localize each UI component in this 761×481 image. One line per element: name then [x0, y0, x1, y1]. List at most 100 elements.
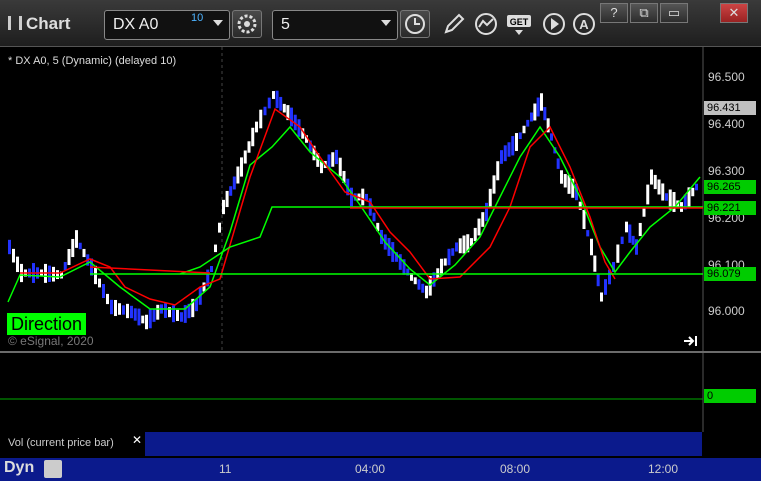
direction-label: Direction: [7, 313, 87, 335]
time-button[interactable]: [400, 10, 430, 38]
price-bar: [604, 279, 607, 295]
price-bar: [421, 283, 425, 293]
price-bar: [543, 107, 547, 121]
price-bar: [141, 315, 145, 324]
price-bar: [515, 133, 518, 151]
price-bar: [16, 256, 19, 273]
price-bar: [255, 121, 258, 133]
settings-button[interactable]: [232, 10, 262, 38]
price-bar: [63, 261, 67, 271]
minimize-button[interactable]: ▭: [660, 3, 688, 23]
get-button[interactable]: GET: [506, 10, 534, 38]
price-bar: [236, 166, 240, 184]
volume-pane-label: Vol (current price bar): [4, 433, 144, 453]
indicator-icon: [475, 13, 497, 35]
price-bar: [118, 303, 121, 315]
price-bar: [148, 309, 152, 329]
price-bar: [540, 93, 543, 111]
gear-icon: [237, 14, 257, 34]
lock-icon[interactable]: [44, 460, 62, 478]
price-bar: [440, 258, 443, 276]
chevron-down-icon[interactable]: [213, 20, 223, 26]
studies-button[interactable]: [472, 10, 500, 38]
price-bar: [590, 238, 593, 256]
alert-button[interactable]: A: [570, 10, 598, 38]
price-bar: [152, 309, 156, 322]
price-bar: [556, 158, 560, 169]
scroll-to-end-icon[interactable]: [683, 335, 699, 347]
chevron-down-icon[interactable]: [381, 20, 391, 26]
price-bar: [247, 141, 251, 153]
price-bar: [413, 277, 417, 285]
price-bar: [78, 242, 82, 250]
price-bar: [616, 244, 620, 263]
copyright-text: © eSignal, 2020: [8, 334, 94, 348]
price-bar: [263, 106, 267, 116]
price-bar: [229, 186, 233, 196]
price-bar: [172, 305, 175, 323]
price-bar: [526, 119, 530, 127]
price-bar: [503, 145, 507, 162]
price-bar: [338, 157, 342, 177]
price-bar: [458, 238, 462, 254]
price-tick: 96.500: [708, 70, 745, 84]
price-tick: 96.400: [708, 117, 745, 131]
price-bar: [620, 236, 624, 245]
window-title: Chart: [8, 14, 70, 34]
price-bar: [563, 174, 567, 188]
help-button[interactable]: ?: [600, 3, 628, 23]
fast-line: [7, 125, 701, 310]
price-bar: [145, 314, 148, 330]
chart-area[interactable]: * DX A0, 5 (Dynamic) (delayed 10) Direct…: [0, 47, 761, 481]
price-bar: [67, 248, 71, 266]
price-bar: [511, 136, 515, 156]
price-bar: [259, 109, 263, 129]
price-bar: [202, 282, 206, 292]
volume-tag: 0: [704, 389, 756, 403]
price-bar: [533, 103, 537, 121]
price-bar: [560, 170, 563, 184]
price-bar: [593, 255, 597, 272]
support-line-tag: 96.079: [704, 267, 756, 281]
price-bar: [646, 184, 650, 205]
price-bar: [75, 230, 78, 248]
price-bar: [462, 235, 466, 254]
price-bar: [665, 193, 668, 201]
restore-button[interactable]: ⧉: [630, 3, 658, 23]
volume-bar-strip: [145, 432, 702, 456]
status-bar: Dyn 11 04:00 08:00 12:00: [0, 458, 761, 481]
draw-tool-button[interactable]: [440, 10, 468, 38]
pane-separator[interactable]: [0, 351, 761, 353]
time-tick: 11: [219, 462, 232, 476]
price-bar: [473, 227, 477, 242]
price-bar: [279, 96, 283, 111]
interval-selector[interactable]: 5: [272, 10, 398, 40]
chart-icon: [8, 16, 22, 30]
price-chart[interactable]: [0, 47, 761, 481]
get-icon: GET: [507, 15, 531, 35]
play-button[interactable]: [540, 10, 568, 38]
svg-text:A: A: [579, 17, 589, 32]
price-bar: [661, 183, 665, 201]
price-bar: [290, 107, 293, 127]
price-bar: [210, 265, 213, 273]
price-bar: [218, 222, 221, 233]
price-bar: [156, 304, 160, 320]
price-bar: [133, 308, 137, 321]
price-tick: 96.300: [708, 164, 745, 178]
price-bar: [522, 125, 526, 134]
slow-line-tag: 96.221: [704, 201, 756, 215]
price-bar: [8, 239, 11, 255]
price-bar: [94, 265, 97, 285]
price-bar: [331, 152, 335, 167]
symbol-selector[interactable]: DX A0 10: [104, 10, 230, 40]
dynamic-mode-label[interactable]: Dyn: [4, 459, 34, 477]
title-bar: Chart DX A0 10 5 GET A ? ⧉ ▭ ✕: [0, 0, 761, 47]
close-button[interactable]: ✕: [720, 3, 748, 23]
price-bar: [365, 193, 368, 201]
close-icon[interactable]: ✕: [132, 433, 142, 447]
time-tick: 04:00: [355, 462, 386, 476]
price-bar: [225, 190, 229, 208]
price-bar: [12, 248, 15, 263]
price-bar: [164, 303, 167, 318]
